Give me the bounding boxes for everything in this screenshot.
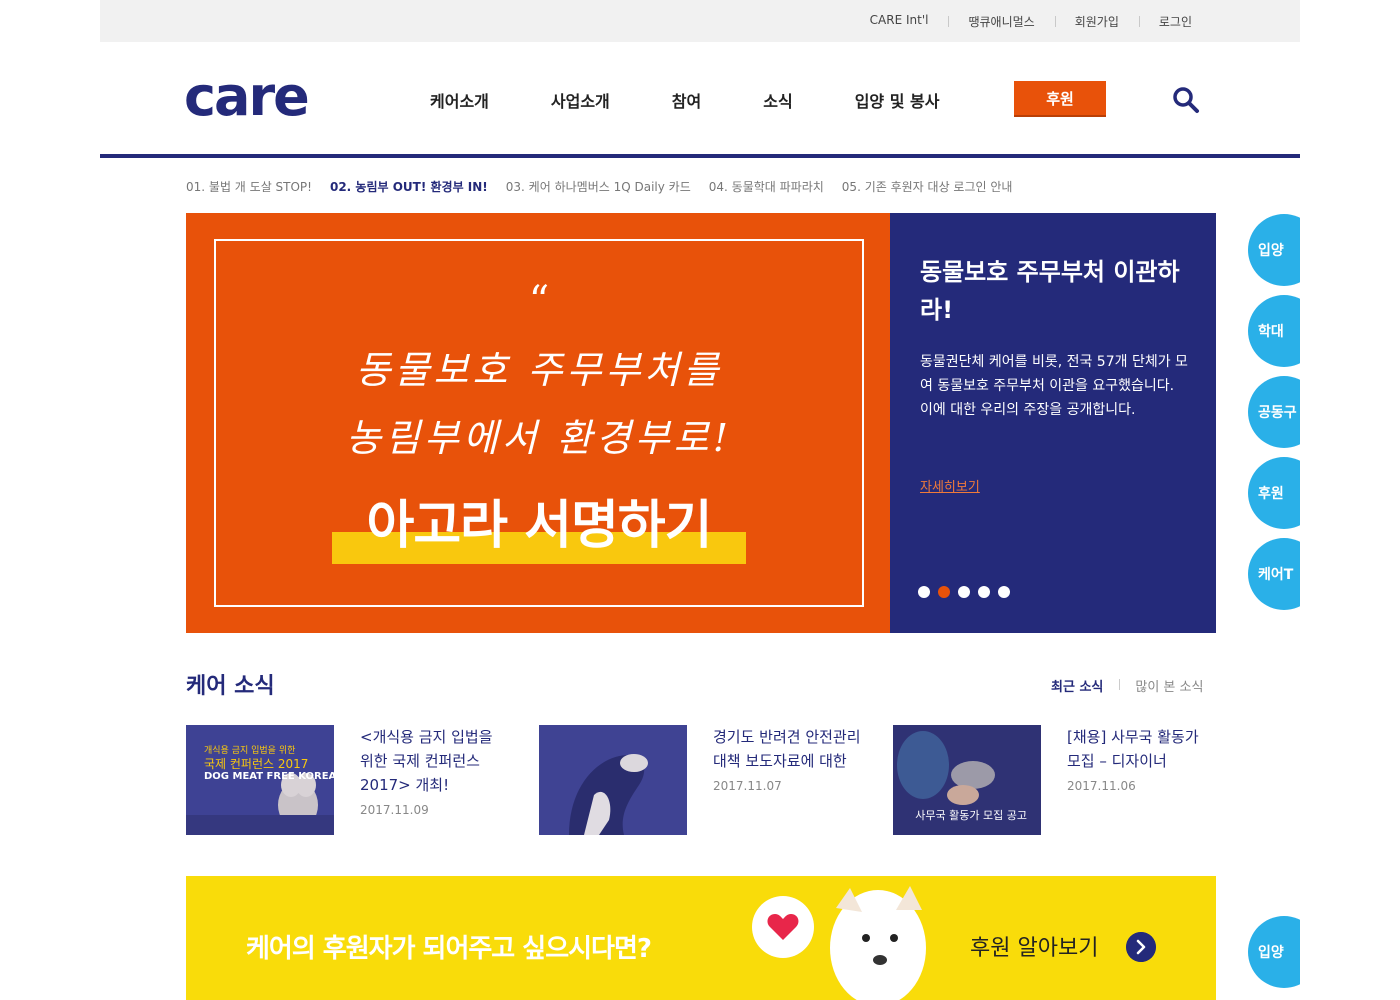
side-button-group[interactable]: 공동구	[1248, 376, 1300, 448]
slide-pager	[918, 586, 1018, 598]
news-text: <개식용 금지 입법을 위한 국제 컨퍼런스 2017> 개최! 2017.11…	[360, 725, 510, 817]
side-button-adopt[interactable]: 입양	[1248, 214, 1300, 286]
main-nav: 케어소개 사업소개 참여 소식 입양 및 봉사	[430, 88, 1001, 112]
util-link-care-intl[interactable]: CARE Int'l	[850, 13, 949, 30]
pager-dot-5[interactable]	[998, 586, 1010, 598]
header: care 케어소개 사업소개 참여 소식 입양 및 봉사 후원	[100, 42, 1300, 158]
news-item[interactable]: 개식용 금지 입법을 위한 국제 컨퍼런스 2017 DOG MEAT FREE…	[186, 725, 516, 837]
news-item[interactable]: 경기도 반려견 안전관리대책 보도자료에 대한 2017.11.07	[539, 725, 869, 837]
hero-title: 동물보호 주무부처 이관하라!	[920, 258, 1180, 324]
tab-popular-news[interactable]: 많이 본 소식	[1119, 676, 1219, 695]
side-button-care-tv[interactable]: 케어T	[1248, 538, 1300, 610]
puppy-image	[830, 886, 926, 1000]
slide-tabs: 01. 불법 개 도살 STOP! 02. 농림부 OUT! 환경부 IN! 0…	[186, 178, 1030, 195]
news-text: [채용] 사무국 활동가 모집 – 디자이너 2017.11.06	[1067, 725, 1217, 793]
util-link-login[interactable]: 로그인	[1138, 13, 1192, 30]
slide-tab-4[interactable]: 04. 동물학대 파파라치	[709, 178, 824, 195]
thumb-caption-main: 국제 컨퍼런스 2017	[204, 757, 309, 771]
banner-text: 케어의 후원자가 되어주고 싶으시다면?	[246, 934, 652, 964]
util-link-signup[interactable]: 회원가입	[1054, 13, 1139, 30]
slide-tab-2[interactable]: 02. 농림부 OUT! 환경부 IN!	[330, 178, 488, 195]
hero-cta-text: 아고라 서명하기	[366, 496, 713, 556]
heart-bubble	[752, 896, 814, 958]
news-date: 2017.11.06	[1067, 779, 1136, 793]
thumb-caption-en: DOG MEAT FREE KOREA	[204, 771, 334, 782]
news-tabs: 최근 소식 많이 본 소식	[1051, 676, 1219, 695]
hero-info-panel: 동물보호 주무부처 이관하라! 동물권단체 케어를 비롯, 전국 57개 단체가…	[890, 213, 1216, 633]
news-thumbnail: 사무국 활동가 모집 공고	[893, 725, 1041, 835]
side-button-sponsor[interactable]: 후원	[1248, 457, 1300, 529]
pager-dot-3[interactable]	[958, 586, 970, 598]
side-button-adopt-bottom[interactable]: 입양	[1248, 916, 1300, 988]
pager-dot-4[interactable]	[978, 586, 990, 598]
nav-adopt-volunteer[interactable]: 입양 및 봉사	[855, 88, 940, 112]
heart-icon	[767, 914, 799, 940]
hero-cta[interactable]: 아고라 서명하기	[332, 496, 746, 564]
news-date: 2017.11.09	[360, 803, 429, 817]
news-item[interactable]: 사무국 활동가 모집 공고 [채용] 사무국 활동가 모집 – 디자이너 201…	[893, 725, 1223, 837]
pager-dot-2[interactable]	[938, 586, 950, 598]
news-thumbnail	[539, 725, 687, 835]
hero-image-panel[interactable]: “ 동물보호 주무부처를 농림부에서 환경부로! 아고라 서명하기	[186, 213, 890, 633]
side-button-abuse[interactable]: 학대	[1248, 295, 1300, 367]
util-link-thankyou-animals[interactable]: 땡큐애니멀스	[948, 13, 1054, 30]
nav-participate[interactable]: 참여	[672, 88, 701, 112]
tab-recent-news[interactable]: 최근 소식	[1051, 676, 1119, 695]
logo[interactable]: care	[184, 70, 310, 124]
news-headline[interactable]: <개식용 금지 입법을 위한 국제 컨퍼런스 2017> 개최!	[360, 725, 510, 797]
sponsor-button[interactable]: 후원	[1014, 81, 1106, 117]
slide-tab-3[interactable]: 03. 케어 하나멤버스 1Q Daily 카드	[506, 178, 691, 195]
news-thumbnail: 개식용 금지 입법을 위한 국제 컨퍼런스 2017 DOG MEAT FREE…	[186, 725, 334, 835]
utility-bar: CARE Int'l 땡큐애니멀스 회원가입 로그인	[100, 0, 1300, 42]
news-headline[interactable]: [채용] 사무국 활동가 모집 – 디자이너	[1067, 725, 1217, 773]
hero-hand-line-1: 동물보호 주무부처를	[355, 348, 723, 392]
sponsor-banner[interactable]: 케어의 후원자가 되어주고 싶으시다면? 후원 알아보기	[186, 876, 1216, 1000]
page: CARE Int'l 땡큐애니멀스 회원가입 로그인 care 케어소개 사업소…	[100, 0, 1300, 1000]
news-text: 경기도 반려견 안전관리대책 보도자료에 대한 2017.11.07	[713, 725, 863, 793]
search-icon[interactable]	[1172, 86, 1200, 114]
thumb-caption-recruit: 사무국 활동가 모집 공고	[915, 809, 1027, 822]
hero-description: 동물권단체 케어를 비롯, 전국 57개 단체가 모여 동물보호 주무부처 이관…	[920, 354, 1188, 418]
quote-mark-icon: “	[528, 278, 550, 324]
hero-hand-line-2: 농림부에서 환경부로!	[346, 416, 732, 460]
nav-news[interactable]: 소식	[763, 88, 792, 112]
chevron-right-icon[interactable]	[1126, 932, 1156, 962]
slide-tab-5[interactable]: 05. 기존 후원자 대상 로그인 안내	[842, 178, 1013, 195]
pager-dot-1[interactable]	[918, 586, 930, 598]
news-date: 2017.11.07	[713, 779, 782, 793]
hero-frame: “ 동물보호 주무부처를 농림부에서 환경부로! 아고라 서명하기	[214, 239, 864, 607]
nav-about[interactable]: 케어소개	[430, 88, 489, 112]
dog-image	[539, 725, 687, 835]
slide-tab-1[interactable]: 01. 불법 개 도살 STOP!	[186, 178, 312, 195]
banner-link[interactable]: 후원 알아보기	[970, 930, 1098, 962]
hero-more-link[interactable]: 자세히보기	[920, 476, 980, 495]
news-section-title: 케어 소식	[186, 674, 275, 699]
nav-business[interactable]: 사업소개	[551, 88, 610, 112]
news-headline[interactable]: 경기도 반려견 안전관리대책 보도자료에 대한	[713, 725, 863, 773]
